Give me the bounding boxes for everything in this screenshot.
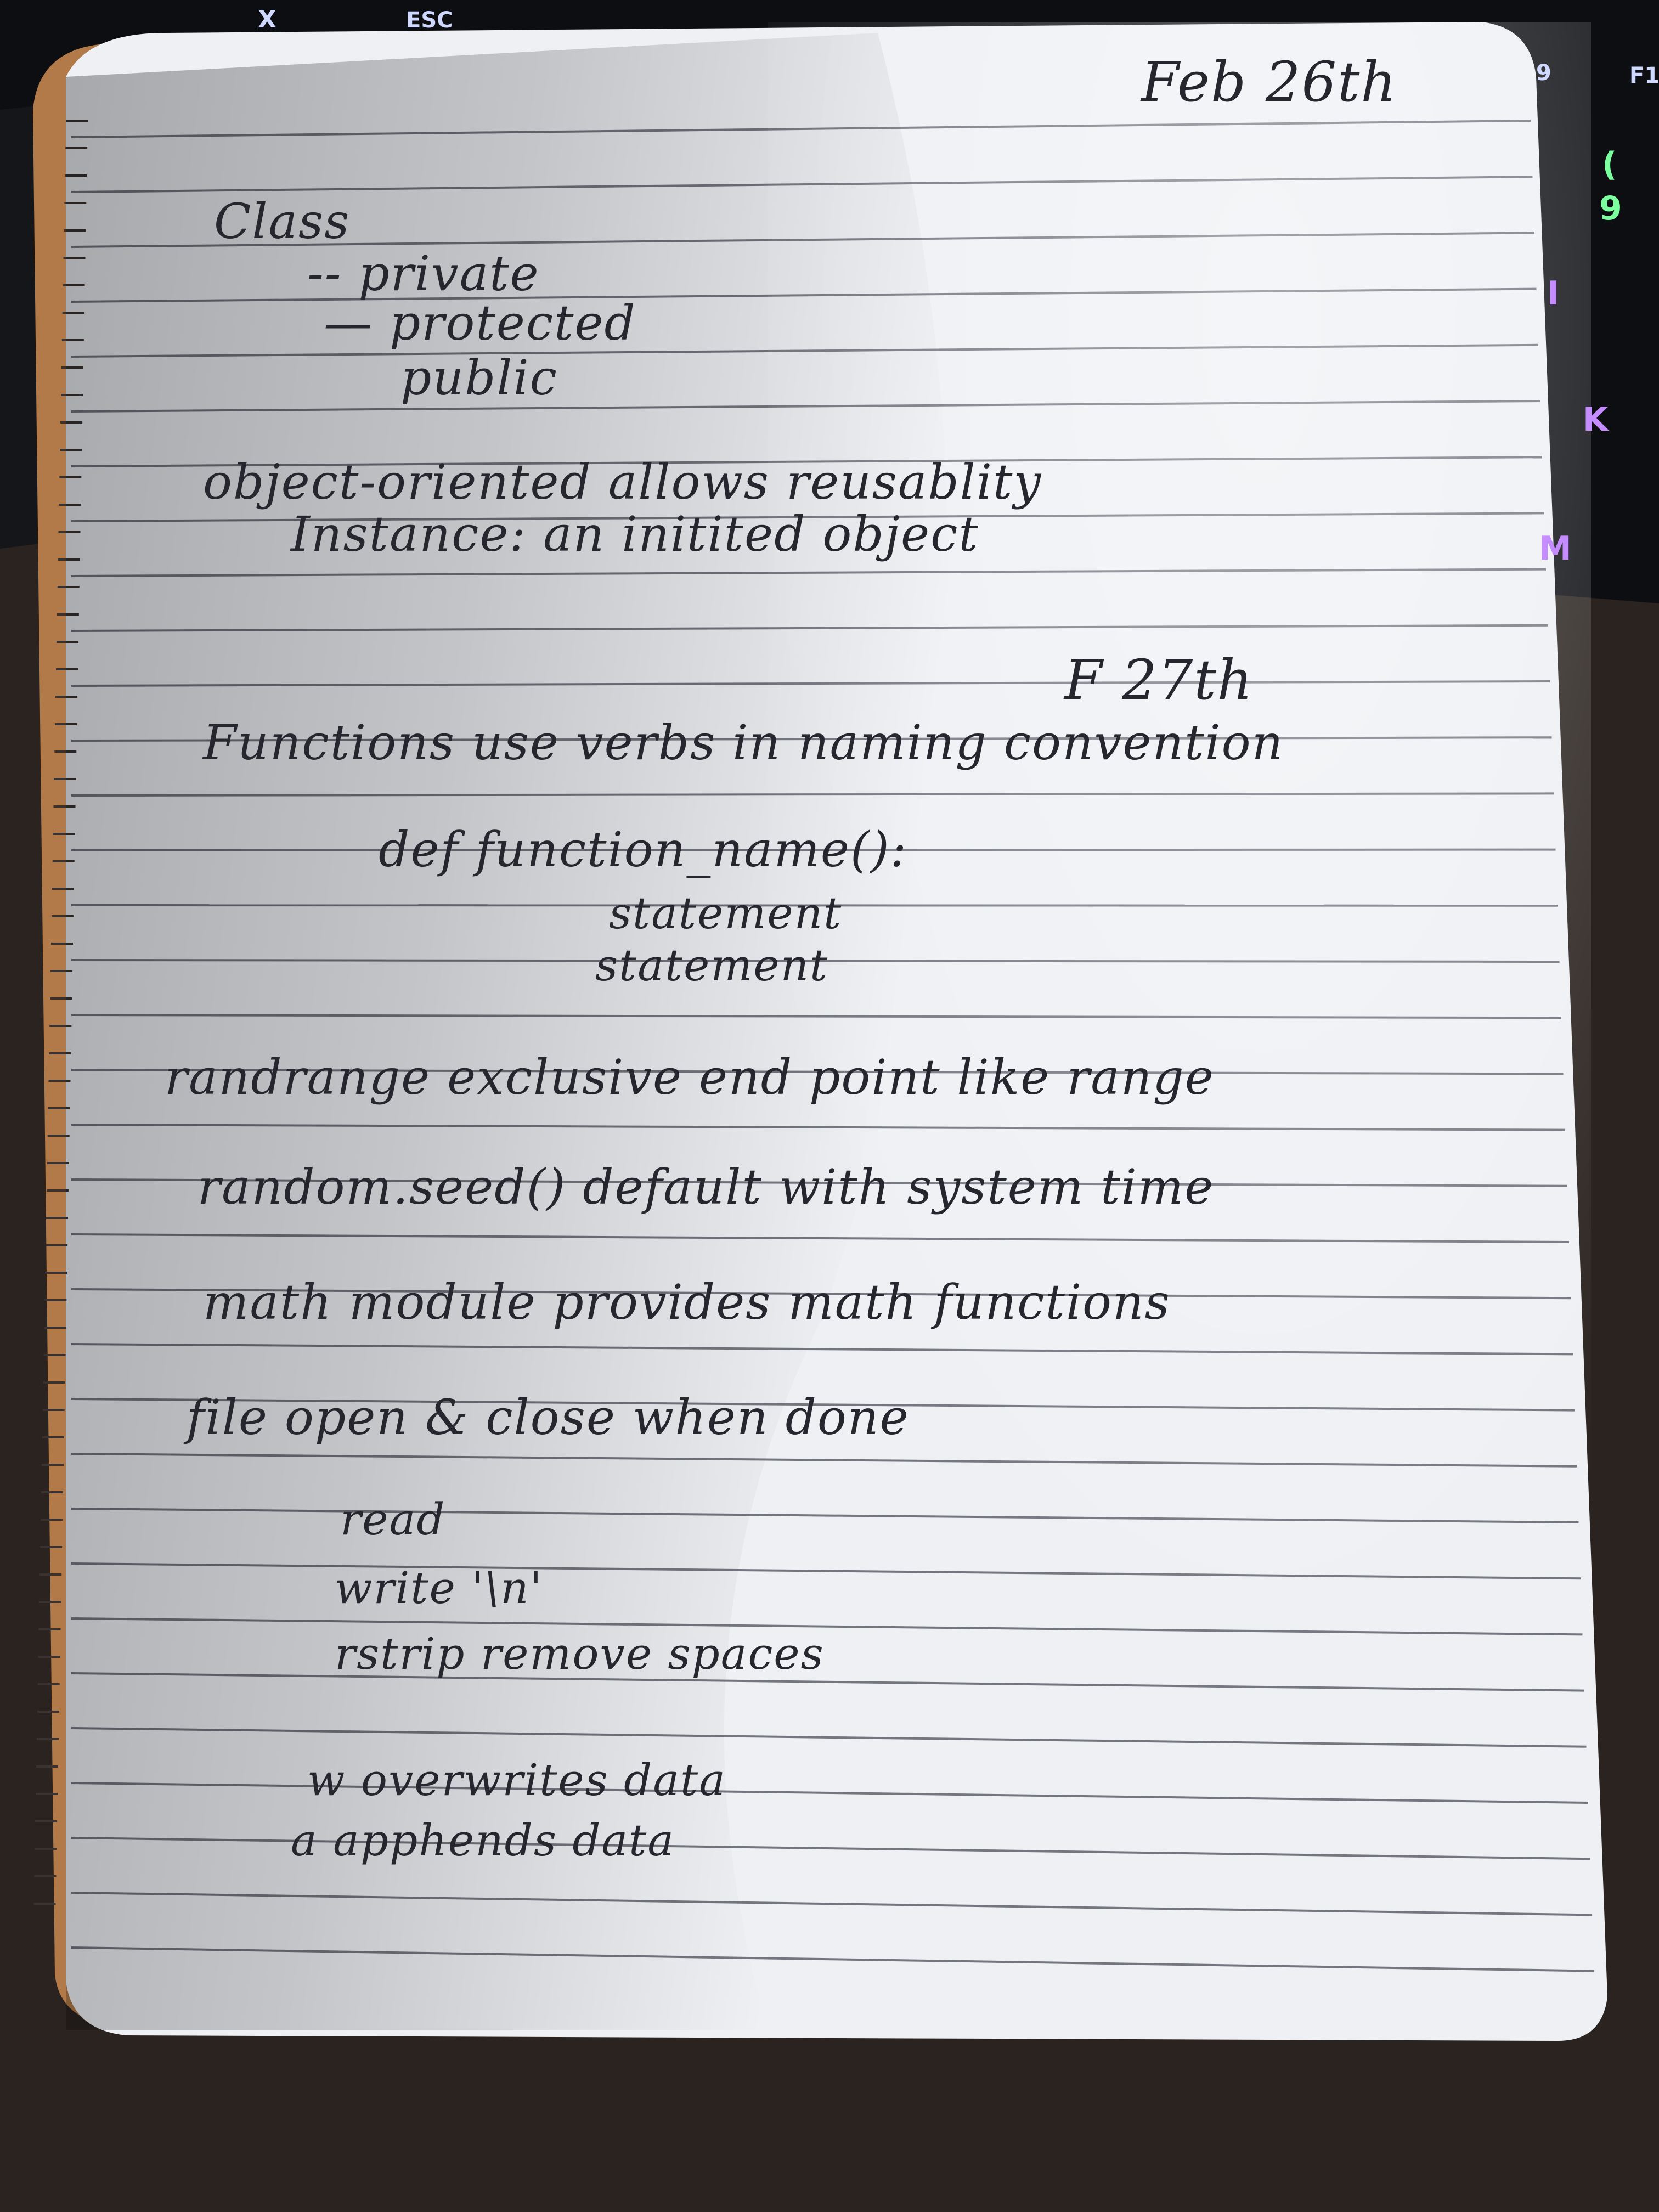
key-k: K (1583, 400, 1609, 439)
key-i: I (1547, 274, 1560, 313)
note-functions: Functions use verbs in naming convention (203, 714, 1284, 771)
key-9: 9 (1599, 189, 1622, 228)
note-rstrip: rstrip remove spaces (335, 1628, 825, 1679)
note-statement-2: statement (595, 940, 829, 991)
note-a-apphends: a apphends data (291, 1815, 675, 1866)
note-read: read (340, 1494, 446, 1545)
note-w-overwrites: w overwrites data (307, 1754, 726, 1805)
photo-background (0, 0, 1659, 2212)
note-random-seed: random.seed() default with system time (198, 1159, 1215, 1215)
key-f1: F1 (1629, 63, 1659, 88)
note-math-module: math module provides math functions (203, 1274, 1171, 1330)
note-statement-1: statement (609, 888, 843, 939)
key-paren: ( (1602, 145, 1617, 184)
key-m: M (1539, 529, 1572, 568)
light-patch (768, 22, 1591, 2041)
note-write: write '\n' (335, 1562, 543, 1613)
date-27: F 27th (1064, 648, 1254, 712)
note-protected: — protected (324, 295, 636, 351)
key-x: X (258, 5, 276, 33)
key-esc: ESC (406, 8, 453, 33)
date-feb-26: Feb 26th (1141, 50, 1397, 114)
note-class: Class (214, 193, 351, 250)
note-file-open: file open & close when done (187, 1389, 910, 1446)
note-instance: Instance: an initited object (291, 506, 979, 562)
note-private: -- private (307, 245, 540, 302)
photo-scene: X ESC 9 F1 ( 9 I K M Feb 26th F 27th Cla… (0, 0, 1659, 2212)
key-9-top: 9 (1536, 60, 1551, 86)
note-randrange: randrange exclusive end point like range (165, 1049, 1215, 1105)
note-def: def function_name(): (379, 821, 908, 878)
note-object-oriented: object-oriented allows reusablity (203, 454, 1042, 510)
note-public: public (400, 349, 558, 406)
